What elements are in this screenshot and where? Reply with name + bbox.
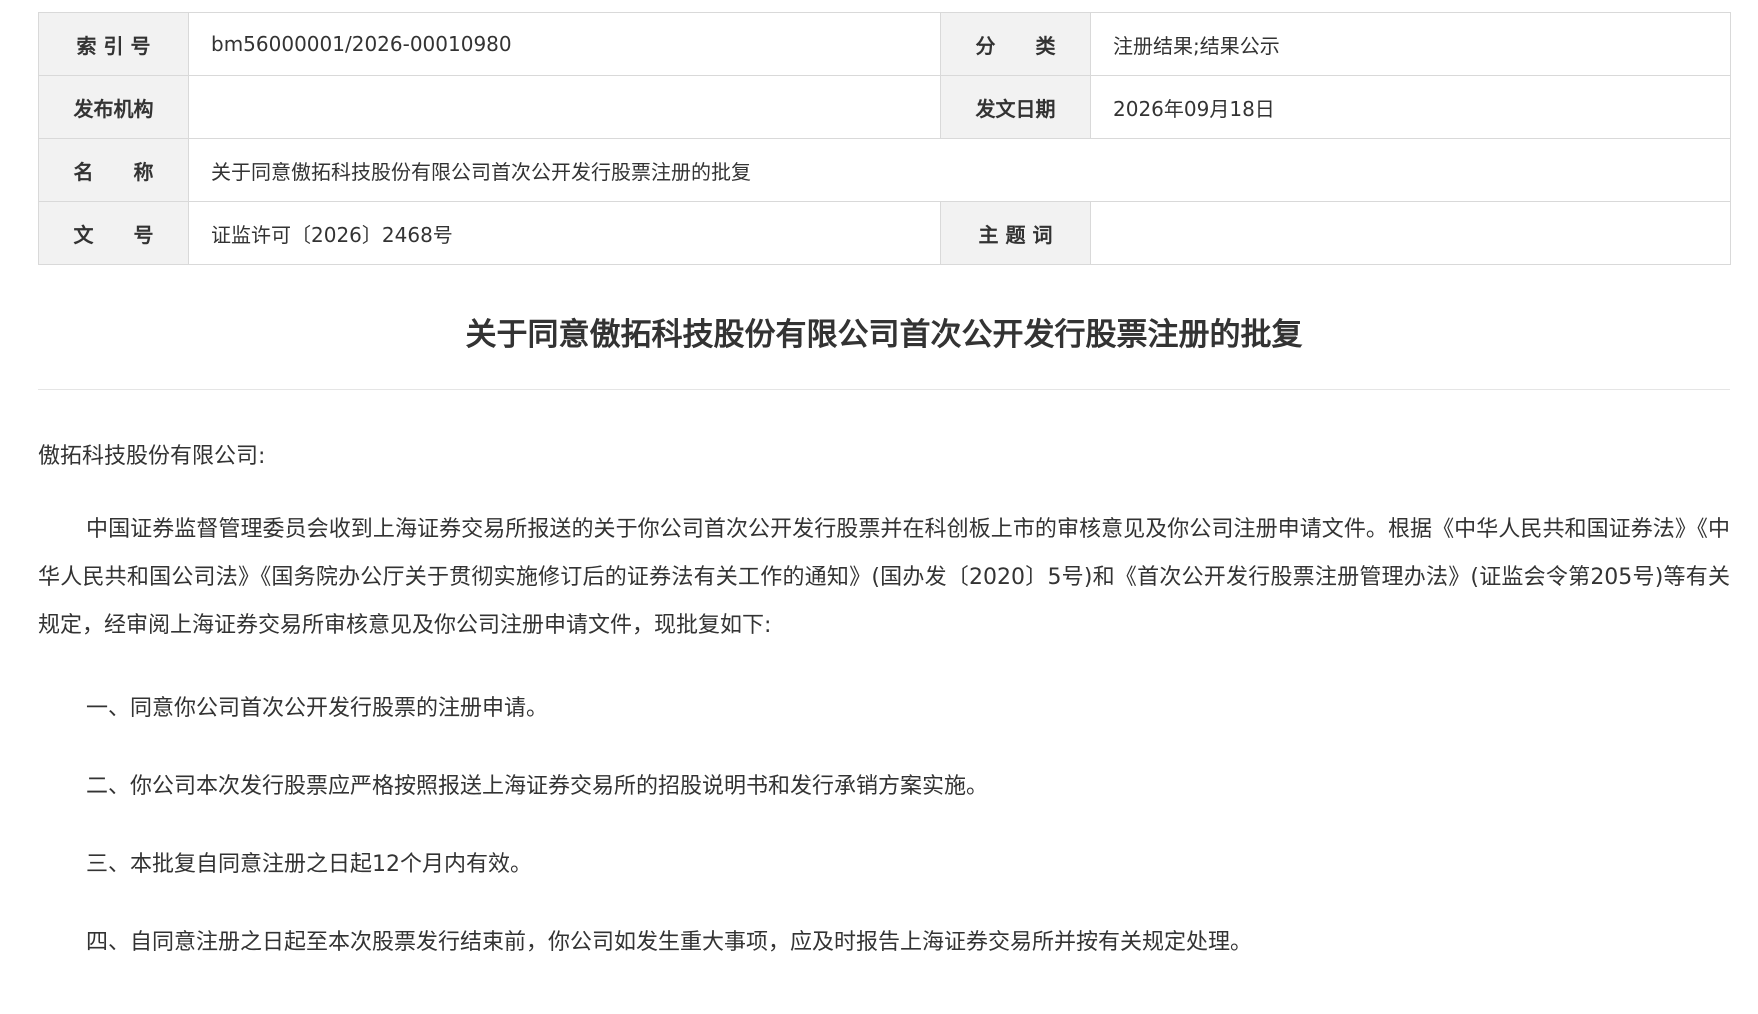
approval-item-3: 三、本批复自同意注册之日起12个月内有效。	[86, 852, 532, 877]
body-paragraph: 中国证券监督管理委员会收到上海证券交易所报送的关于你公司首次公开发行股票并在科创…	[38, 517, 1730, 638]
issue-date-value: 2026年09月18日	[1090, 75, 1731, 139]
addressee: 傲拓科技股份有限公司:	[38, 444, 266, 469]
doc-name-value: 关于同意傲拓科技股份有限公司首次公开发行股票注册的批复	[188, 138, 1731, 202]
index-number-label: 索 引 号	[38, 12, 189, 76]
publisher-label: 发布机构	[38, 75, 189, 139]
approval-item-1: 一、同意你公司首次公开发行股票的注册申请。	[86, 696, 549, 721]
issue-date-label: 发文日期	[940, 75, 1091, 139]
category-value: 注册结果;结果公示	[1090, 12, 1731, 76]
document-page: 索 引 号 bm56000001/2026-00010980 分 类 注册结果;…	[38, 12, 1731, 958]
approval-item-2: 二、你公司本次发行股票应严格按照报送上海证券交易所的招股说明书和发行承销方案实施…	[86, 774, 989, 799]
index-number-value: bm56000001/2026-00010980	[188, 12, 941, 76]
approval-item-4: 四、自同意注册之日起至本次股票发行结束前，你公司如发生重大事项，应及时报告上海证…	[86, 930, 1253, 955]
doc-number-label: 文 号	[38, 201, 189, 265]
category-label: 分 类	[940, 12, 1091, 76]
metadata-table: 索 引 号 bm56000001/2026-00010980 分 类 注册结果;…	[38, 12, 1731, 265]
keywords-value	[1090, 201, 1731, 265]
document-body: 傲拓科技股份有限公司: 中国证券监督管理委员会收到上海证券交易所报送的关于你公司…	[38, 390, 1730, 958]
metadata-row-index: 索 引 号 bm56000001/2026-00010980 分 类 注册结果;…	[38, 12, 1731, 76]
document-title: 关于同意傲拓科技股份有限公司首次公开发行股票注册的批复	[465, 317, 1303, 353]
metadata-row-publisher: 发布机构 发文日期 2026年09月18日	[38, 75, 1731, 139]
publisher-value	[188, 75, 941, 139]
doc-name-label: 名 称	[38, 138, 189, 202]
doc-number-value: 证监许可〔2026〕2468号	[188, 201, 941, 265]
keywords-label: 主 题 词	[940, 201, 1091, 265]
metadata-row-name: 名 称 关于同意傲拓科技股份有限公司首次公开发行股票注册的批复	[38, 138, 1731, 202]
metadata-row-docno: 文 号 证监许可〔2026〕2468号 主 题 词	[38, 201, 1731, 265]
